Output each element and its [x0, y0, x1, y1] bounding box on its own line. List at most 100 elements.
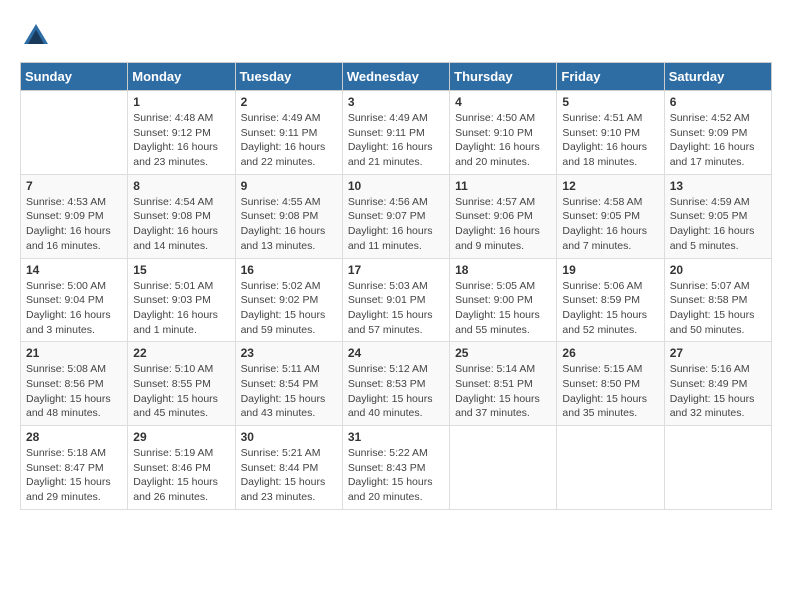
week-row-1: 1Sunrise: 4:48 AM Sunset: 9:12 PM Daylig…	[21, 91, 772, 175]
day-number: 31	[348, 430, 444, 444]
calendar-cell	[450, 426, 557, 510]
day-info: Sunrise: 5:02 AM Sunset: 9:02 PM Dayligh…	[241, 279, 337, 338]
week-row-2: 7 Sunrise: 4:53 AM Sunset: 9:09 PM Daylig…	[21, 174, 772, 258]
day-info: Sunrise: 5:12 AM Sunset: 8:53 PM Dayligh…	[348, 362, 444, 421]
day-info: Sunrise: 4:56 AM Sunset: 9:07 PM Dayligh…	[348, 195, 444, 254]
day-info: Sunrise: 4:57 AM Sunset: 9:06 PM Dayligh…	[455, 195, 551, 254]
calendar-cell: 9 Sunrise: 4:55 AM Sunset: 9:08 PM Daylig…	[235, 174, 342, 258]
day-info: Sunrise: 5:21 AM Sunset: 8:44 PM Dayligh…	[241, 446, 337, 505]
column-header-thursday: Thursday	[450, 63, 557, 91]
calendar-cell: 16 Sunrise: 5:02 AM Sunset: 9:02 PM Dayli…	[235, 258, 342, 342]
calendar-cell: 11 Sunrise: 4:57 AM Sunset: 9:06 PM Dayli…	[450, 174, 557, 258]
day-info: Sunrise: 5:16 AM Sunset: 8:49 PM Dayligh…	[670, 362, 766, 421]
day-info: Sunrise: 5:11 AM Sunset: 8:54 PM Dayligh…	[241, 362, 337, 421]
day-number: 11	[455, 179, 551, 193]
page-header	[20, 20, 772, 52]
day-number: 5	[562, 95, 658, 109]
logo-icon	[20, 20, 52, 52]
day-info: Sunrise: 4:55 AM Sunset: 9:08 PM Dayligh…	[241, 195, 337, 254]
day-info: Sunrise: 4:58 AM Sunset: 9:05 PM Dayligh…	[562, 195, 658, 254]
day-info: Sunrise: 5:08 AM Sunset: 8:56 PM Dayligh…	[26, 362, 122, 421]
calendar-cell	[557, 426, 664, 510]
day-info: Sunrise: 5:22 AM Sunset: 8:43 PM Dayligh…	[348, 446, 444, 505]
calendar-cell: 12 Sunrise: 4:58 AM Sunset: 9:05 PM Dayli…	[557, 174, 664, 258]
column-header-friday: Friday	[557, 63, 664, 91]
column-header-saturday: Saturday	[664, 63, 771, 91]
calendar-cell: 20 Sunrise: 5:07 AM Sunset: 8:58 PM Dayli…	[664, 258, 771, 342]
day-number: 18	[455, 263, 551, 277]
calendar-cell: 31 Sunrise: 5:22 AM Sunset: 8:43 PM Dayli…	[342, 426, 449, 510]
day-info: Sunrise: 5:19 AM Sunset: 8:46 PM Dayligh…	[133, 446, 229, 505]
column-header-sunday: Sunday	[21, 63, 128, 91]
day-number: 30	[241, 430, 337, 444]
week-row-4: 21 Sunrise: 5:08 AM Sunset: 8:56 PM Dayli…	[21, 342, 772, 426]
day-info: Sunrise: 5:01 AM Sunset: 9:03 PM Dayligh…	[133, 279, 229, 338]
calendar-cell: 1Sunrise: 4:48 AM Sunset: 9:12 PM Daylig…	[128, 91, 235, 175]
day-number: 17	[348, 263, 444, 277]
calendar-cell: 19 Sunrise: 5:06 AM Sunset: 8:59 PM Dayli…	[557, 258, 664, 342]
day-number: 4	[455, 95, 551, 109]
calendar-cell	[664, 426, 771, 510]
calendar-cell: 6 Sunrise: 4:52 AM Sunset: 9:09 PM Daylig…	[664, 91, 771, 175]
calendar-cell: 13Sunrise: 4:59 AM Sunset: 9:05 PM Dayli…	[664, 174, 771, 258]
calendar-cell: 21 Sunrise: 5:08 AM Sunset: 8:56 PM Dayli…	[21, 342, 128, 426]
calendar-cell: 29 Sunrise: 5:19 AM Sunset: 8:46 PM Dayli…	[128, 426, 235, 510]
calendar-cell: 8Sunrise: 4:54 AM Sunset: 9:08 PM Daylig…	[128, 174, 235, 258]
day-number: 16	[241, 263, 337, 277]
calendar-header-row: SundayMondayTuesdayWednesdayThursdayFrid…	[21, 63, 772, 91]
calendar-cell: 15Sunrise: 5:01 AM Sunset: 9:03 PM Dayli…	[128, 258, 235, 342]
day-info: Sunrise: 5:15 AM Sunset: 8:50 PM Dayligh…	[562, 362, 658, 421]
calendar-cell: 2Sunrise: 4:49 AM Sunset: 9:11 PM Daylig…	[235, 91, 342, 175]
day-number: 9	[241, 179, 337, 193]
calendar-cell: 10 Sunrise: 4:56 AM Sunset: 9:07 PM Dayli…	[342, 174, 449, 258]
day-info: Sunrise: 4:51 AM Sunset: 9:10 PM Dayligh…	[562, 111, 658, 170]
day-info: Sunrise: 5:06 AM Sunset: 8:59 PM Dayligh…	[562, 279, 658, 338]
day-number: 8	[133, 179, 229, 193]
day-info: Sunrise: 4:50 AM Sunset: 9:10 PM Dayligh…	[455, 111, 551, 170]
day-number: 23	[241, 346, 337, 360]
day-number: 13	[670, 179, 766, 193]
calendar-cell: 27 Sunrise: 5:16 AM Sunset: 8:49 PM Dayli…	[664, 342, 771, 426]
calendar-cell	[21, 91, 128, 175]
day-number: 27	[670, 346, 766, 360]
week-row-5: 28 Sunrise: 5:18 AM Sunset: 8:47 PM Dayli…	[21, 426, 772, 510]
calendar-cell: 28 Sunrise: 5:18 AM Sunset: 8:47 PM Dayli…	[21, 426, 128, 510]
day-number: 19	[562, 263, 658, 277]
day-info: Sunrise: 5:10 AM Sunset: 8:55 PM Dayligh…	[133, 362, 229, 421]
day-info: Sunrise: 4:49 AM Sunset: 9:11 PM Dayligh…	[348, 111, 444, 170]
calendar-cell: 5 Sunrise: 4:51 AM Sunset: 9:10 PM Daylig…	[557, 91, 664, 175]
day-number: 28	[26, 430, 122, 444]
calendar-table: SundayMondayTuesdayWednesdayThursdayFrid…	[20, 62, 772, 510]
day-number: 10	[348, 179, 444, 193]
calendar-cell: 24 Sunrise: 5:12 AM Sunset: 8:53 PM Dayli…	[342, 342, 449, 426]
day-number: 6	[670, 95, 766, 109]
day-number: 24	[348, 346, 444, 360]
day-info: Sunrise: 4:52 AM Sunset: 9:09 PM Dayligh…	[670, 111, 766, 170]
day-number: 7	[26, 179, 122, 193]
calendar-cell: 26 Sunrise: 5:15 AM Sunset: 8:50 PM Dayli…	[557, 342, 664, 426]
day-info: Sunrise: 4:53 AM Sunset: 9:09 PM Dayligh…	[26, 195, 122, 254]
column-header-wednesday: Wednesday	[342, 63, 449, 91]
day-info: Sunrise: 5:18 AM Sunset: 8:47 PM Dayligh…	[26, 446, 122, 505]
calendar-cell: 23 Sunrise: 5:11 AM Sunset: 8:54 PM Dayli…	[235, 342, 342, 426]
day-number: 20	[670, 263, 766, 277]
day-number: 29	[133, 430, 229, 444]
calendar-cell: 30 Sunrise: 5:21 AM Sunset: 8:44 PM Dayli…	[235, 426, 342, 510]
day-number: 12	[562, 179, 658, 193]
calendar-cell: 7 Sunrise: 4:53 AM Sunset: 9:09 PM Daylig…	[21, 174, 128, 258]
day-number: 26	[562, 346, 658, 360]
day-info: Sunrise: 5:07 AM Sunset: 8:58 PM Dayligh…	[670, 279, 766, 338]
calendar-cell: 25Sunrise: 5:14 AM Sunset: 8:51 PM Dayli…	[450, 342, 557, 426]
day-info: Sunrise: 5:03 AM Sunset: 9:01 PM Dayligh…	[348, 279, 444, 338]
day-number: 3	[348, 95, 444, 109]
logo	[20, 20, 56, 52]
column-header-monday: Monday	[128, 63, 235, 91]
day-info: Sunrise: 5:00 AM Sunset: 9:04 PM Dayligh…	[26, 279, 122, 338]
day-number: 21	[26, 346, 122, 360]
calendar-cell: 22 Sunrise: 5:10 AM Sunset: 8:55 PM Dayli…	[128, 342, 235, 426]
day-number: 22	[133, 346, 229, 360]
day-number: 2	[241, 95, 337, 109]
day-number: 25	[455, 346, 551, 360]
calendar-cell: 3 Sunrise: 4:49 AM Sunset: 9:11 PM Daylig…	[342, 91, 449, 175]
week-row-3: 14Sunrise: 5:00 AM Sunset: 9:04 PM Dayli…	[21, 258, 772, 342]
